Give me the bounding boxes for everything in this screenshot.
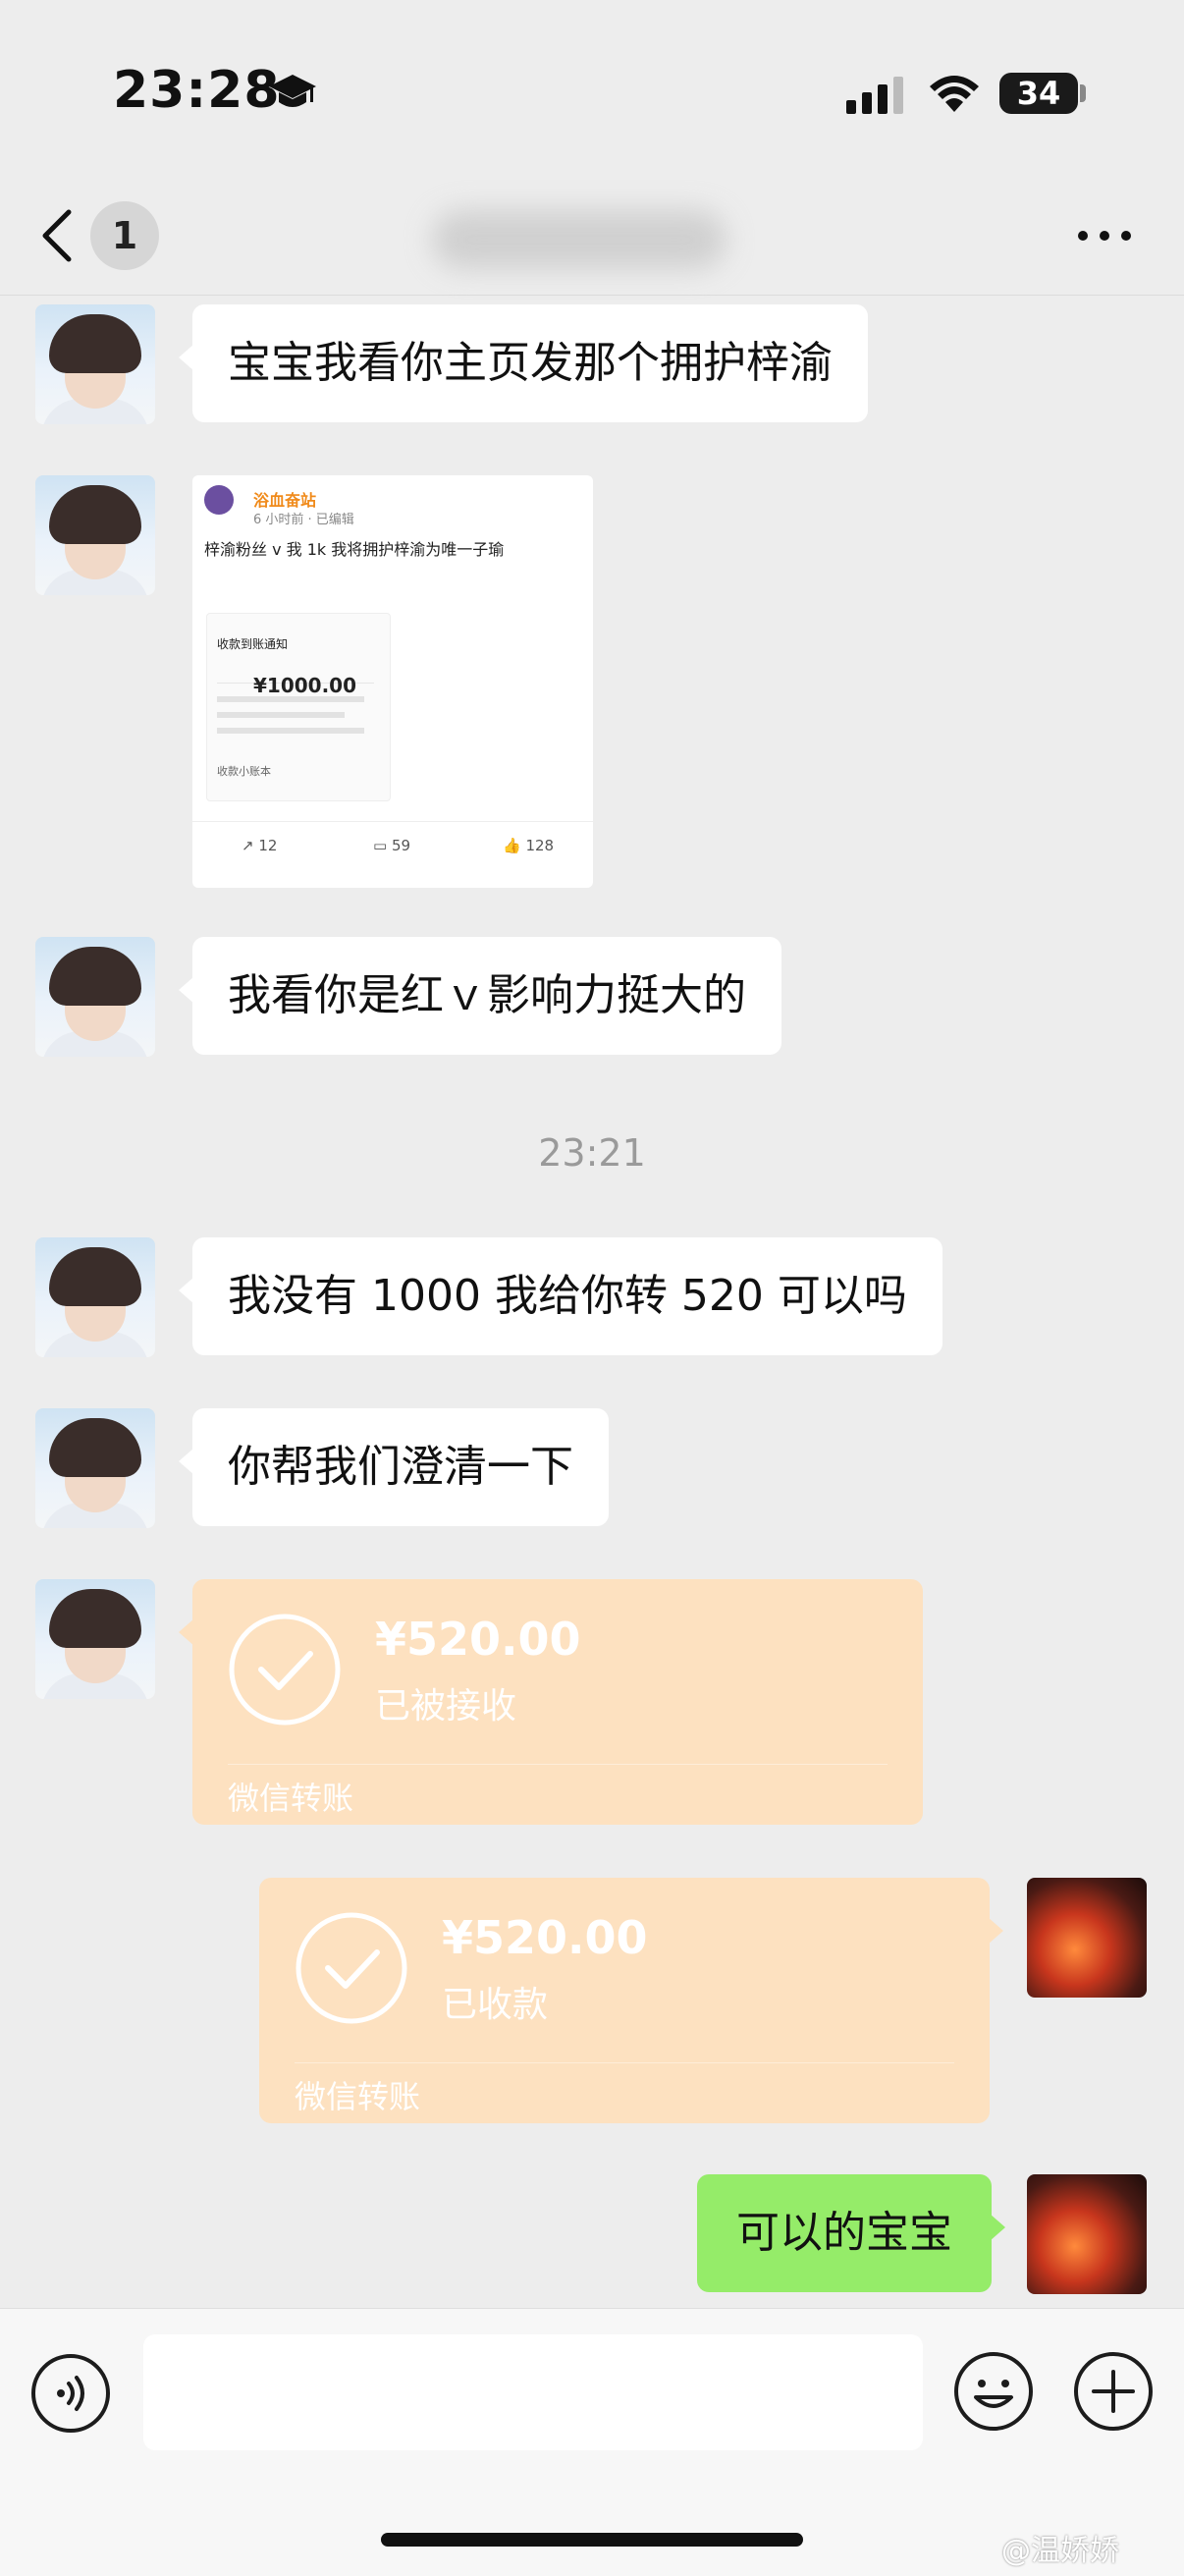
message-bubble-received[interactable]: 你帮我们澄清一下 <box>179 1408 609 1526</box>
contact-avatar[interactable] <box>35 475 155 595</box>
wifi-icon <box>930 76 979 112</box>
message-bubble-received[interactable]: 宝宝我看你主页发那个拥护梓渝 <box>179 304 868 422</box>
emoji-icon[interactable] <box>952 2350 1035 2433</box>
voice-input-button[interactable] <box>31 2354 110 2433</box>
contact-avatar[interactable] <box>35 937 155 1057</box>
post-username: 浴血奋站 <box>253 491 317 510</box>
graduation-cap-icon <box>269 75 316 107</box>
back-button[interactable]: 1 <box>39 198 196 273</box>
transfer-label: 微信转账 <box>295 2078 421 2115</box>
payment-notice-card: 收款到账通知 收款小账本 <box>206 613 391 801</box>
transfer-amount: ¥520.00 <box>375 1613 581 1666</box>
transfer-divider <box>295 2062 954 2063</box>
chevron-left-icon <box>42 209 72 262</box>
transfer-status: 已被接收 <box>375 1686 517 1726</box>
cellular-signal-icon <box>846 77 903 114</box>
contact-avatar[interactable] <box>35 1408 155 1528</box>
image-message[interactable]: 浴血奋站 6 小时前 · 已编辑 梓渝粉丝 v 我 1k 我将拥护梓渝为唯一子瑜… <box>192 475 593 888</box>
card-title: 收款到账通知 <box>217 637 289 651</box>
contact-avatar[interactable] <box>35 1579 155 1699</box>
repost-count: ↗ 12 <box>242 837 278 854</box>
post-text: 梓渝粉丝 v 我 1k 我将拥护梓渝为唯一子瑜 <box>204 540 505 559</box>
card-line <box>217 712 345 718</box>
like-value: 128 <box>525 837 555 854</box>
chat-title-blurred <box>432 210 727 269</box>
my-avatar[interactable] <box>1027 2174 1147 2294</box>
message-bubble-received[interactable]: 我没有 1000 我给你转 520 可以吗 <box>179 1237 942 1355</box>
check-circle-icon <box>296 1912 407 2024</box>
contact-avatar[interactable] <box>35 1237 155 1357</box>
card-footer: 收款小账本 <box>217 765 271 778</box>
contact-avatar[interactable] <box>35 304 155 424</box>
more-options-button[interactable] <box>1070 206 1139 265</box>
chat-header: 1 <box>0 177 1184 296</box>
transfer-status: 已收款 <box>442 1985 549 2025</box>
plus-icon[interactable] <box>1072 2350 1155 2433</box>
my-avatar[interactable] <box>1027 1878 1147 1998</box>
comment-count: ▭ 59 <box>373 837 411 854</box>
message-bubble-sent[interactable]: 可以的宝宝 <box>697 2174 1005 2292</box>
post-divider <box>192 821 593 822</box>
more-dots-icon <box>1078 231 1131 241</box>
battery-nub <box>1080 84 1086 102</box>
transfer-divider <box>228 1764 888 1765</box>
like-count: 👍 128 <box>503 837 555 854</box>
card-line <box>217 728 364 734</box>
check-circle-icon <box>229 1614 341 1726</box>
battery-level: 34 <box>1016 75 1061 112</box>
home-indicator <box>381 2533 803 2547</box>
status-bar: 23:28 34 <box>0 0 1184 177</box>
transfer-amount: ¥520.00 <box>442 1911 648 1964</box>
chat-timestamp: 23:21 <box>538 1131 646 1175</box>
card-amount: ¥1000.00 <box>253 674 357 697</box>
voice-wave-icon <box>57 2376 84 2411</box>
transfer-label: 微信转账 <box>228 1780 354 1817</box>
wechat-transfer-card[interactable]: ¥520.00 已被接收 微信转账 <box>179 1579 923 1825</box>
post-meta: 6 小时前 · 已编辑 <box>253 513 354 527</box>
wechat-transfer-card[interactable]: ¥520.00 已收款 微信转账 <box>259 1878 1003 2123</box>
message-bubble-received[interactable]: 我看你是红ｖ影响力挺大的 <box>179 937 781 1055</box>
post-author-avatar <box>204 485 234 515</box>
comment-value: 59 <box>391 837 411 854</box>
message-input[interactable] <box>143 2334 923 2450</box>
watermark: @温娇娇 <box>1001 2534 1119 2568</box>
repost-value: 12 <box>258 837 278 854</box>
battery-indicator: 34 <box>999 73 1078 114</box>
unread-count-badge: 1 <box>90 201 159 270</box>
weibo-post-screenshot: 浴血奋站 6 小时前 · 已编辑 梓渝粉丝 v 我 1k 我将拥护梓渝为唯一子瑜… <box>192 475 593 888</box>
status-time: 23:28 <box>113 61 281 120</box>
